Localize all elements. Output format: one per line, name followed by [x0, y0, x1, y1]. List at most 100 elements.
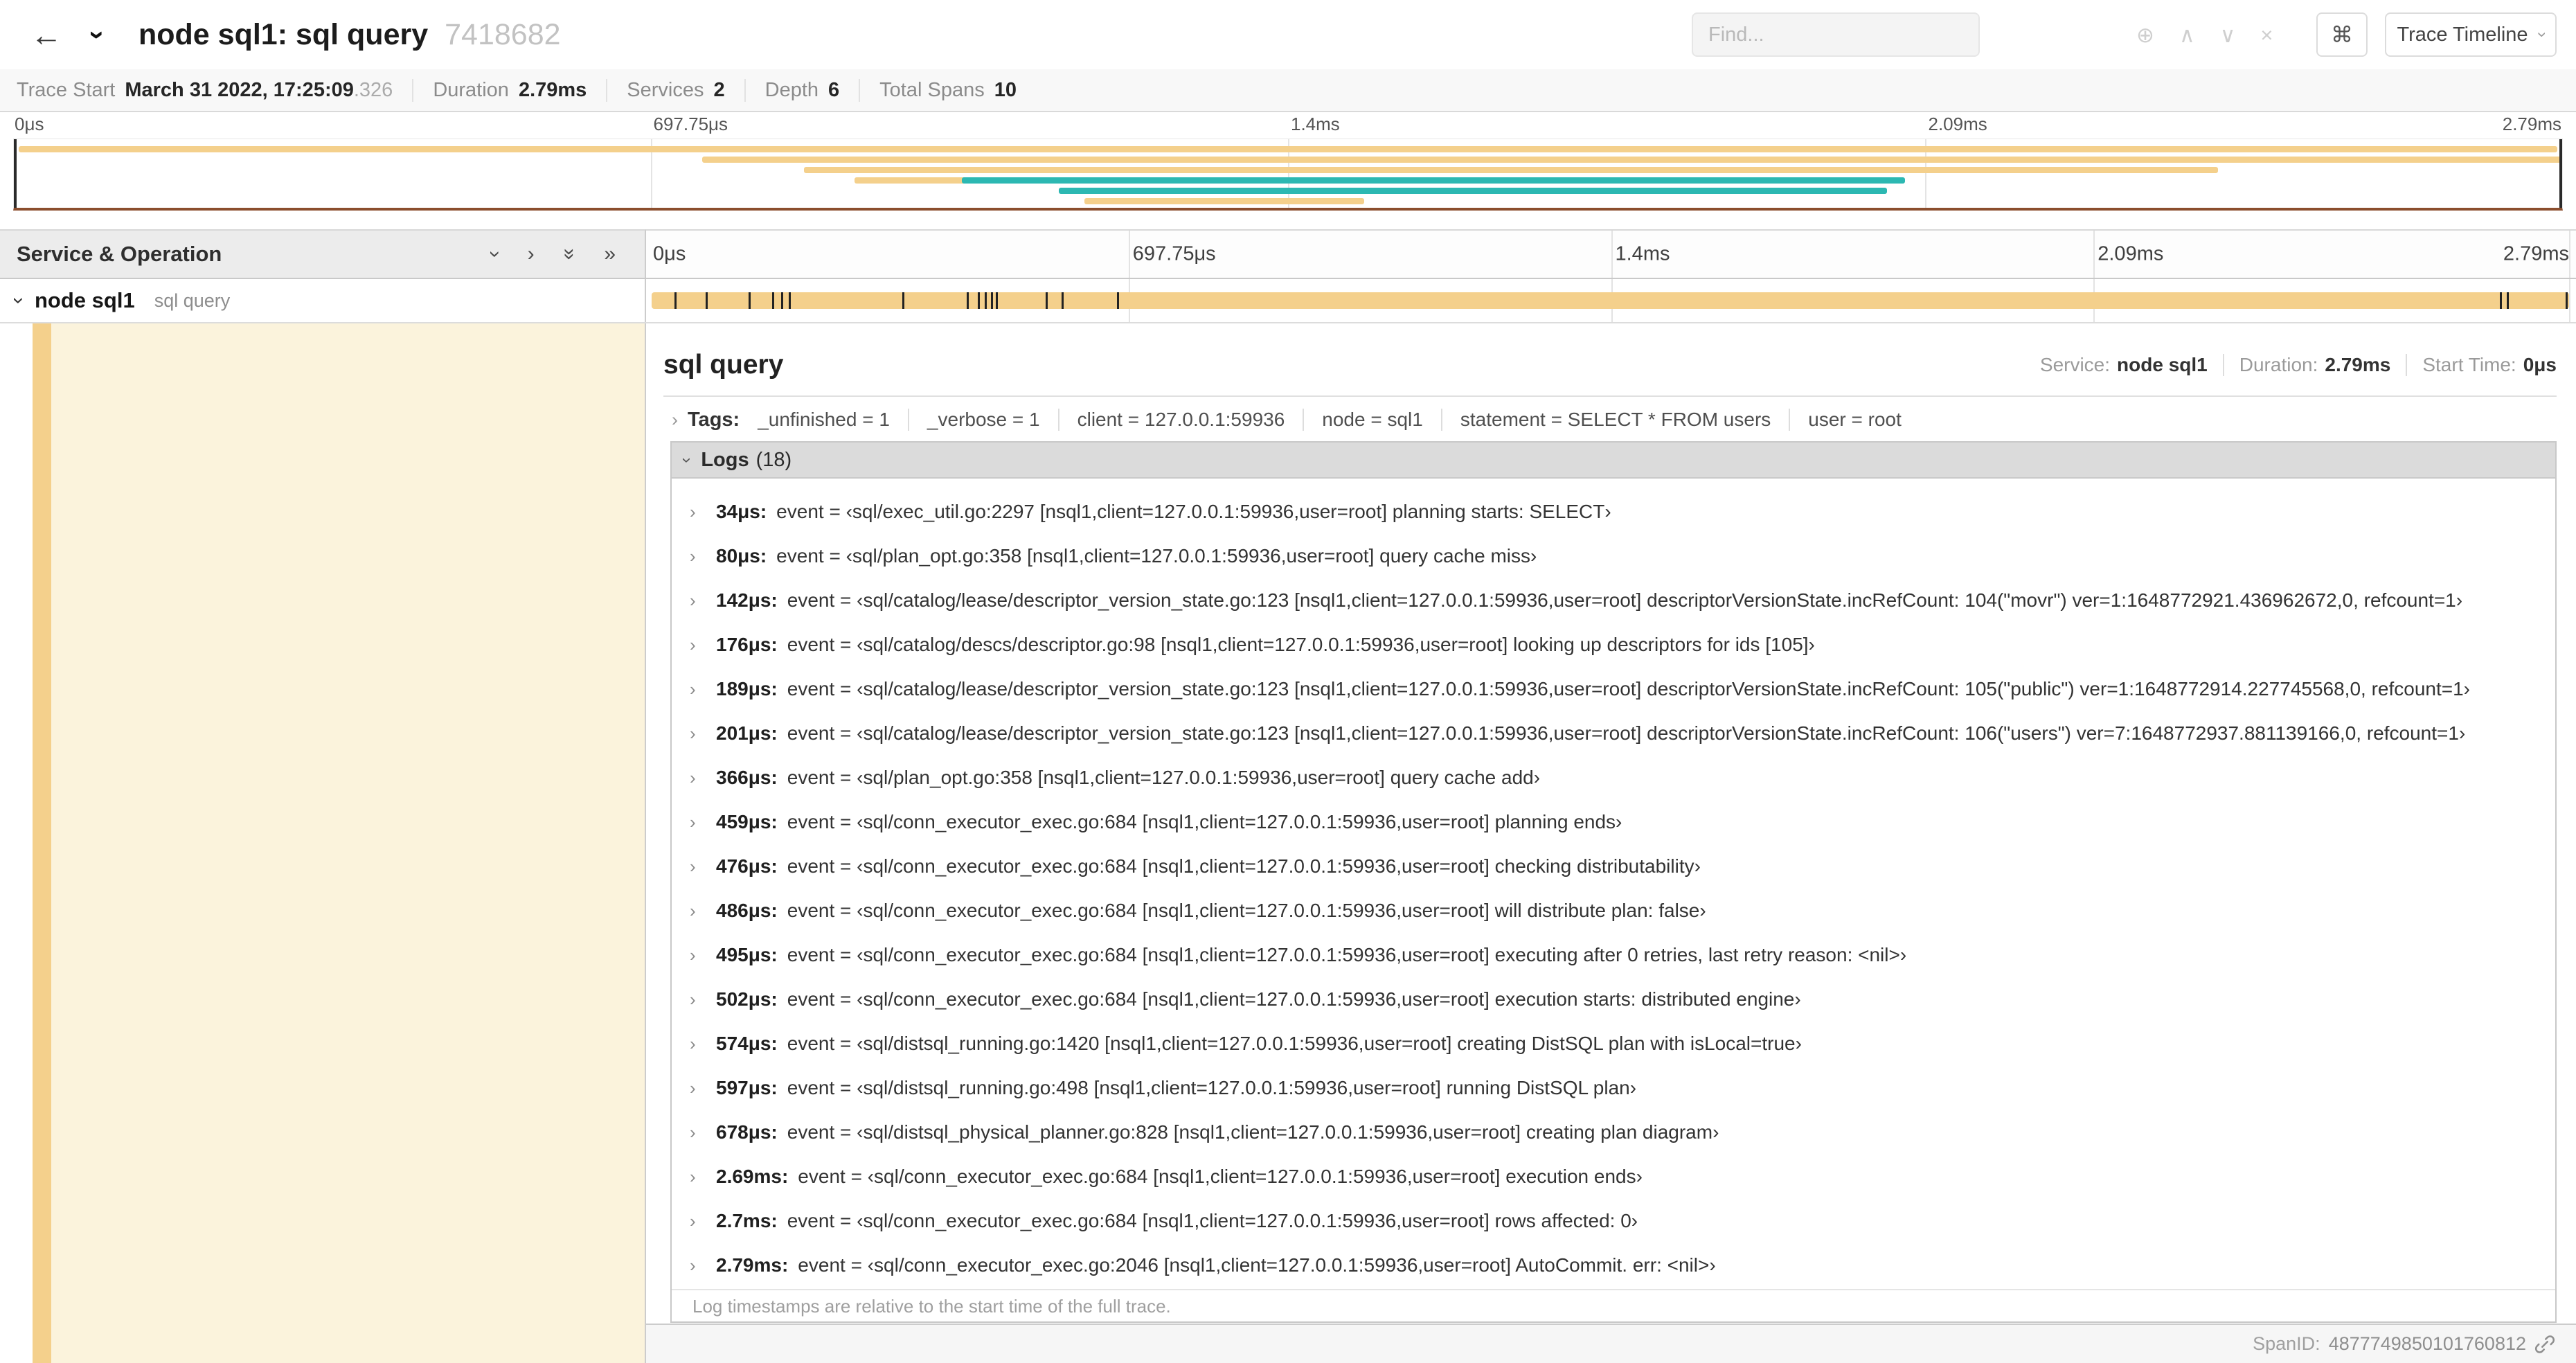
view-selector-label: Trace Timeline	[2397, 23, 2528, 46]
ruler-gridline	[1611, 231, 1613, 278]
timeline-ruler: 0μs 697.75μs 1.4ms 2.09ms 2.79ms	[646, 229, 2576, 279]
back-button[interactable]: ←	[19, 0, 73, 69]
trace-title: node sql1: sql query 7418682	[138, 0, 561, 69]
log-entry[interactable]: › 2.69ms: event = ‹sql/conn_executor_exe…	[672, 1155, 2555, 1199]
span-row-label[interactable]: › node sql1 sql query	[0, 279, 646, 322]
log-marker	[789, 292, 791, 309]
log-entry[interactable]: › 176μs: event = ‹sql/catalog/descs/desc…	[672, 623, 2555, 667]
tree-controls: › › » »	[484, 244, 616, 265]
clear-search-icon[interactable]: ×	[2260, 24, 2273, 46]
tags-row[interactable]: › Tags: _unfinished = 1 _verbose = 1 cli…	[663, 404, 2557, 436]
command-icon: ⌘	[2331, 22, 2353, 47]
chevron-right-icon: ›	[690, 767, 696, 788]
span-meta-label: Service:	[2039, 354, 2111, 375]
log-entry[interactable]: › 201μs: event = ‹sql/catalog/lease/desc…	[672, 711, 2555, 756]
log-entry[interactable]: › 502μs: event = ‹sql/conn_executor_exec…	[672, 977, 2555, 1022]
summary-items: Trace Start March 31 2022, 17:25:09 .326…	[17, 78, 1036, 102]
log-message: event = ‹sql/conn_executor_exec.go:684 […	[787, 811, 1622, 832]
minimap-span	[1058, 188, 1887, 194]
tag-item: user = root	[1808, 409, 1902, 430]
log-entry[interactable]: › 189μs: event = ‹sql/catalog/lease/desc…	[672, 667, 2555, 711]
ruler-tick-label: 2.09ms	[2098, 242, 2164, 265]
log-entry[interactable]: › 2.79ms: event = ‹sql/conn_executor_exe…	[672, 1243, 2555, 1288]
span-meta-item: Service: node sql1	[2040, 354, 2208, 376]
tick-label: 1.4ms	[1291, 114, 1340, 134]
log-entry[interactable]: › 597μs: event = ‹sql/distsql_running.go…	[672, 1066, 2555, 1110]
log-entry[interactable]: › 34μs: event = ‹sql/exec_util.go:2297 […	[672, 490, 2555, 534]
log-entry[interactable]: › 574μs: event = ‹sql/distsql_running.go…	[672, 1022, 2555, 1066]
log-timestamp: 574μs:	[716, 1033, 778, 1054]
view-selector-button[interactable]: Trace Timeline ›	[2385, 12, 2557, 57]
minimap-left-scrubber[interactable]	[14, 139, 17, 208]
keyboard-shortcuts-button[interactable]: ⌘	[2316, 12, 2368, 57]
log-entry[interactable]: › 495μs: event = ‹sql/conn_executor_exec…	[672, 933, 2555, 977]
find-input[interactable]	[1692, 12, 1980, 57]
logs-title: Logs	[701, 448, 749, 471]
chevron-down-icon[interactable]: ›	[7, 297, 30, 304]
log-timestamp: 495μs:	[716, 944, 778, 965]
expand-one-icon[interactable]: ›	[528, 244, 535, 265]
span-detail-panel: sql query Service: node sql1 Duration: 2…	[647, 323, 2576, 1324]
log-message: event = ‹sql/conn_executor_exec.go:684 […	[787, 1210, 1638, 1231]
collapse-all-icon[interactable]: »	[558, 244, 581, 265]
ruler-tick-label: 697.75μs	[1132, 242, 1216, 265]
collapse-one-icon[interactable]: ›	[484, 244, 507, 265]
span-row[interactable]: › node sql1 sql query	[0, 279, 2576, 323]
log-entry[interactable]: › 678μs: event = ‹sql/distsql_physical_p…	[672, 1110, 2555, 1155]
link-icon	[2534, 1335, 2555, 1353]
minimap-span	[19, 146, 2557, 152]
span-tree-column	[0, 323, 646, 1363]
log-timestamp: 597μs:	[716, 1077, 778, 1098]
service-operation-title: Service & Operation	[17, 242, 222, 266]
log-entry[interactable]: › 486μs: event = ‹sql/conn_executor_exec…	[672, 889, 2555, 933]
summary-item: Services 2	[607, 78, 746, 102]
span-tree-highlight	[51, 323, 645, 1363]
log-marker	[2565, 292, 2568, 309]
summary-value-suffix: .326	[353, 78, 393, 101]
log-entry[interactable]: › 459μs: event = ‹sql/conn_executor_exec…	[672, 800, 2555, 844]
span-meta-item: Duration: 2.79ms	[2208, 354, 2391, 376]
span-detail-header: sql query Service: node sql1 Duration: 2…	[663, 344, 2557, 386]
span-duration-bar[interactable]	[652, 292, 2569, 309]
ruler-tick-label: 1.4ms	[1615, 242, 1670, 265]
tag-item: node = sql1	[1322, 409, 1442, 431]
back-arrow-icon: ←	[30, 17, 62, 53]
summary-item: Duration 2.79ms	[413, 78, 608, 102]
ruler-tick-label: 0μs	[653, 242, 686, 265]
log-entry[interactable]: › 142μs: event = ‹sql/catalog/lease/desc…	[672, 578, 2555, 623]
double-chevron-down-icon: »	[557, 248, 581, 260]
next-match-icon[interactable]: ∨	[2220, 24, 2236, 46]
span-meta-label: Start Time:	[2422, 354, 2516, 375]
log-marker	[674, 292, 677, 309]
trace-title-text: node sql1: sql query	[138, 17, 429, 51]
chevron-down-icon: ›	[2532, 32, 2552, 37]
trace-collapse-button[interactable]: ›	[82, 0, 113, 69]
logs-header[interactable]: › Logs (18)	[672, 443, 2555, 479]
chevron-right-icon: ›	[690, 678, 696, 700]
prev-match-icon[interactable]: ∧	[2179, 24, 2195, 46]
copy-link-button[interactable]	[2534, 1334, 2555, 1355]
tags-label: Tags:	[688, 408, 740, 431]
chevron-right-icon: ›	[690, 1254, 696, 1276]
double-chevron-right-icon: »	[604, 242, 616, 265]
summary-item: Trace Start March 31 2022, 17:25:09 .326	[17, 78, 414, 102]
log-entry[interactable]: › 2.7ms: event = ‹sql/conn_executor_exec…	[672, 1199, 2555, 1243]
expand-all-icon[interactable]: »	[604, 244, 616, 265]
log-entry[interactable]: › 476μs: event = ‹sql/conn_executor_exec…	[672, 844, 2555, 889]
summary-item: Depth 6	[746, 78, 861, 102]
log-entry[interactable]: › 366μs: event = ‹sql/plan_opt.go:358 [n…	[672, 756, 2555, 800]
log-timestamp: 486μs:	[716, 900, 778, 921]
log-marker	[2499, 292, 2502, 309]
log-list: › 34μs: event = ‹sql/exec_util.go:2297 […	[672, 479, 2555, 1288]
focus-match-icon[interactable]: ⊕	[2136, 24, 2154, 46]
span-meta-value: 2.79ms	[2325, 354, 2391, 375]
trace-minimap[interactable]	[13, 139, 2563, 211]
chevron-right-icon[interactable]: ›	[672, 409, 678, 431]
log-entry[interactable]: › 80μs: event = ‹sql/plan_opt.go:358 [ns…	[672, 534, 2555, 578]
log-marker	[985, 292, 987, 309]
span-color-strip	[33, 323, 51, 1363]
chevron-right-icon: ›	[690, 589, 696, 611]
minimap-right-scrubber[interactable]	[2559, 139, 2562, 208]
log-timestamp: 2.69ms:	[716, 1166, 789, 1187]
log-timestamp: 459μs:	[716, 811, 778, 832]
